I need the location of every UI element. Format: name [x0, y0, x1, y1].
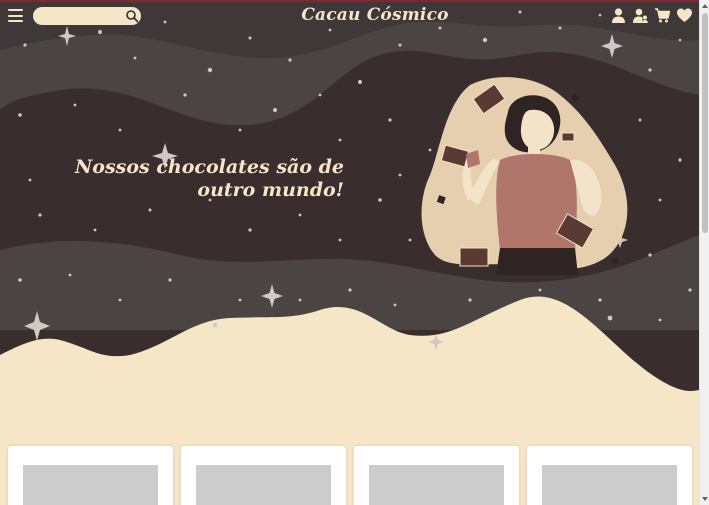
search-icon[interactable] [125, 9, 139, 23]
product-image-placeholder [23, 465, 158, 505]
menu-icon[interactable] [8, 9, 23, 22]
scroll-up-arrow-icon[interactable] [701, 2, 709, 10]
heart-icon[interactable] [676, 7, 693, 24]
hero-tagline-line2: outro mundo! [197, 179, 344, 201]
users-icon[interactable] [632, 7, 649, 24]
site-header: Cacau Cósmico [0, 2, 699, 30]
search-input[interactable] [41, 8, 121, 24]
scrollbar-thumb[interactable] [702, 13, 708, 233]
product-card[interactable] [527, 446, 692, 505]
product-grid [8, 446, 692, 505]
product-card[interactable] [181, 446, 346, 505]
top-accent-line [0, 0, 699, 2]
hero-tagline: Nossos chocolates são de outro mundo! [60, 156, 344, 202]
hero-tagline-line1: Nossos chocolates são de [74, 156, 344, 178]
user-icon[interactable] [610, 7, 627, 24]
vertical-scrollbar[interactable] [699, 0, 709, 505]
brand-logo[interactable]: Cacau Cósmico [280, 5, 470, 25]
header-actions [610, 7, 693, 24]
product-card[interactable] [8, 446, 173, 505]
product-image-placeholder [369, 465, 504, 505]
search-bar [33, 7, 141, 25]
cart-icon[interactable] [654, 7, 671, 24]
page: Cacau Cósmico Nossos chocolates são de o… [0, 0, 699, 505]
product-image-placeholder [196, 465, 331, 505]
product-card[interactable] [354, 446, 519, 505]
product-image-placeholder [542, 465, 677, 505]
scroll-down-arrow-icon[interactable] [701, 495, 709, 503]
